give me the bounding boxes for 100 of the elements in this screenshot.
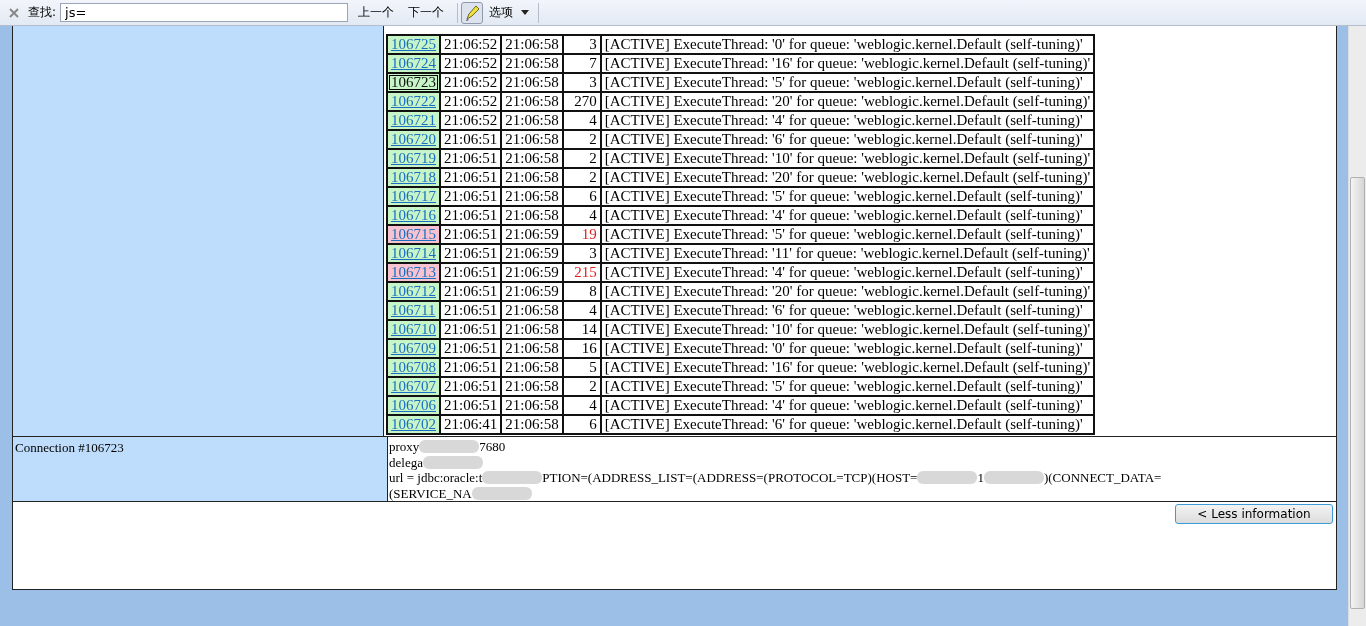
description-cell: [ACTIVE] ExecuteThread: '6' for queue: 'weblogic.kernel.Default (self-tuning)' (600, 301, 1095, 320)
blurred-redaction (917, 471, 978, 485)
connection-detail-text: PTION=(ADDRESS_LIST=(ADDRESS=(PROTOCOL=TCP)(HOST= (542, 470, 918, 486)
duration-cell: 4 (562, 206, 601, 225)
duration-cell: 2 (562, 130, 601, 149)
start-time-cell: 21:06:51 (440, 320, 502, 339)
start-time-cell: 21:06:51 (440, 244, 502, 263)
description-cell: [ACTIVE] ExecuteThread: '11' for queue: 'weblogic.kernel.Default (self-tuning)' (600, 244, 1095, 263)
description-cell: [ACTIVE] ExecuteThread: '0' for queue: 'weblogic.kernel.Default (self-tuning)' (600, 339, 1095, 358)
start-time-cell: 21:06:51 (440, 187, 502, 206)
caret-icon[interactable] (521, 10, 530, 15)
duration-cell: 4 (562, 111, 601, 130)
start-time-cell: 21:06:52 (440, 73, 502, 92)
duration-cell: 2 (562, 149, 601, 168)
start-time-cell: 21:06:51 (440, 377, 502, 396)
end-time-cell: 21:06:58 (501, 73, 563, 92)
end-time-cell: 21:06:58 (501, 377, 563, 396)
duration-cell: 6 (562, 415, 601, 434)
close-icon[interactable] (9, 7, 19, 18)
duration-cell: 3 (562, 73, 601, 92)
start-time-cell: 21:06:52 (440, 92, 502, 111)
less-information-button[interactable]: < Less information (1175, 504, 1333, 524)
end-time-cell: 21:06:58 (501, 320, 563, 339)
description-cell: [ACTIVE] ExecuteThread: '6' for queue: 'weblogic.kernel.Default (self-tuning)' (600, 415, 1095, 434)
search-field[interactable]: js= (60, 3, 349, 22)
end-time-cell: 21:06:58 (501, 92, 563, 111)
end-time-cell: 21:06:58 (501, 111, 563, 130)
start-time-cell: 21:06:52 (440, 54, 502, 73)
description-cell: [ACTIVE] ExecuteThread: '4' for queue: 'weblogic.kernel.Default (self-tuning)' (600, 396, 1095, 415)
description-cell: [ACTIVE] ExecuteThread: '20' for queue: 'weblogic.kernel.Default (self-tuning)' (600, 92, 1095, 111)
end-time-cell: 21:06:58 (501, 396, 563, 415)
connection-detail-text: 1 (977, 470, 984, 486)
duration-cell: 4 (562, 396, 601, 415)
end-time-cell: 21:06:59 (501, 282, 563, 301)
description-cell: [ACTIVE] ExecuteThread: '10' for queue: 'weblogic.kernel.Default (self-tuning)' (600, 149, 1095, 168)
description-cell: [ACTIVE] ExecuteThread: '20' for queue: 'weblogic.kernel.Default (self-tuning)' (600, 282, 1095, 301)
end-time-cell: 21:06:58 (501, 339, 563, 358)
duration-cell: 2 (562, 168, 601, 187)
duration-cell: 5 (562, 358, 601, 377)
duration-cell: 16 (562, 339, 601, 358)
end-time-cell: 21:06:58 (501, 358, 563, 377)
start-time-cell: 21:06:51 (440, 301, 502, 320)
start-time-cell: 21:06:51 (440, 168, 502, 187)
end-time-cell: 21:06:59 (501, 244, 563, 263)
blurred-redaction (419, 440, 480, 454)
description-cell: [ACTIVE] ExecuteThread: '16' for queue: 'weblogic.kernel.Default (self-tuning)' (600, 54, 1095, 73)
start-time-cell: 21:06:51 (440, 339, 502, 358)
description-cell: [ACTIVE] ExecuteThread: '6' for queue: 'weblogic.kernel.Default (self-tuning)' (600, 130, 1095, 149)
thread-id-link[interactable]: 106725 (387, 35, 440, 54)
start-time-cell: 21:06:51 (440, 206, 502, 225)
start-time-cell: 21:06:41 (440, 415, 502, 434)
vertical-scrollbar[interactable] (1348, 26, 1366, 626)
end-time-cell: 21:06:58 (501, 206, 563, 225)
end-time-cell: 21:06:59 (501, 225, 563, 244)
blurred-redaction (471, 486, 532, 500)
blurred-redaction (422, 455, 483, 469)
duration-cell: 19 (562, 225, 601, 244)
end-time-cell: 21:06:58 (501, 415, 563, 434)
end-time-cell: 21:06:58 (501, 149, 563, 168)
start-time-cell: 21:06:51 (440, 358, 502, 377)
connection-detail-text: delega (389, 454, 423, 470)
description-cell: [ACTIVE] ExecuteThread: '5' for queue: 'weblogic.kernel.Default (self-tuning)' (600, 377, 1095, 396)
duration-cell: 14 (562, 320, 601, 339)
description-cell: [ACTIVE] ExecuteThread: '16' for queue: 'weblogic.kernel.Default (self-tuning)' (600, 358, 1095, 377)
blurred-redaction (983, 471, 1044, 485)
start-time-cell: 21:06:51 (440, 130, 502, 149)
connection-detail-text: proxy (389, 439, 420, 455)
description-cell: [ACTIVE] ExecuteThread: '5' for queue: 'weblogic.kernel.Default (self-tuning)' (600, 225, 1095, 244)
options-button[interactable]: 选项 (485, 4, 518, 21)
start-time-cell: 21:06:51 (440, 263, 502, 282)
description-cell: [ACTIVE] ExecuteThread: '0' for queue: 'weblogic.kernel.Default (self-tuning)' (600, 35, 1095, 54)
connection-detail-text: )(CONNECT_DATA= (1043, 470, 1162, 486)
description-cell: [ACTIVE] ExecuteThread: '4' for queue: 'weblogic.kernel.Default (self-tuning)' (600, 111, 1095, 130)
description-cell: [ACTIVE] ExecuteThread: '5' for queue: 'weblogic.kernel.Default (self-tuning)' (600, 73, 1095, 92)
duration-cell: 215 (562, 263, 601, 282)
duration-cell: 270 (562, 92, 601, 111)
highlighter-icon[interactable] (461, 1, 484, 24)
start-time-cell: 21:06:51 (440, 396, 502, 415)
previous-button[interactable]: 上一个 (354, 4, 399, 21)
description-cell: [ACTIVE] ExecuteThread: '10' for queue: 'weblogic.kernel.Default (self-tuning)' (600, 320, 1095, 339)
connection-label: Connection #106723 (13, 437, 388, 501)
description-cell: [ACTIVE] ExecuteThread: '5' for queue: 'weblogic.kernel.Default (self-tuning)' (600, 187, 1095, 206)
start-time-cell: 21:06:51 (440, 149, 502, 168)
find-label: 查找: (28, 4, 57, 21)
description-cell: [ACTIVE] ExecuteThread: '4' for queue: 'weblogic.kernel.Default (self-tuning)' (600, 206, 1095, 225)
duration-cell: 3 (562, 35, 601, 54)
duration-cell: 2 (562, 377, 601, 396)
duration-cell: 8 (562, 282, 601, 301)
duration-cell: 6 (562, 187, 601, 206)
connection-detail-text: url = jdbc:oracle:t (389, 470, 483, 486)
description-cell: [ACTIVE] ExecuteThread: '4' for queue: 'weblogic.kernel.Default (self-tuning)' (600, 263, 1095, 282)
end-time-cell: 21:06:58 (501, 301, 563, 320)
end-time-cell: 21:06:59 (501, 263, 563, 282)
start-time-cell: 21:06:51 (440, 225, 502, 244)
start-time-cell: 21:06:52 (440, 111, 502, 130)
end-time-cell: 21:06:58 (501, 35, 563, 54)
duration-cell: 4 (562, 301, 601, 320)
next-button[interactable]: 下一个 (404, 4, 449, 21)
blurred-redaction (482, 471, 543, 485)
description-cell: [ACTIVE] ExecuteThread: '20' for queue: 'weblogic.kernel.Default (self-tuning)' (600, 168, 1095, 187)
